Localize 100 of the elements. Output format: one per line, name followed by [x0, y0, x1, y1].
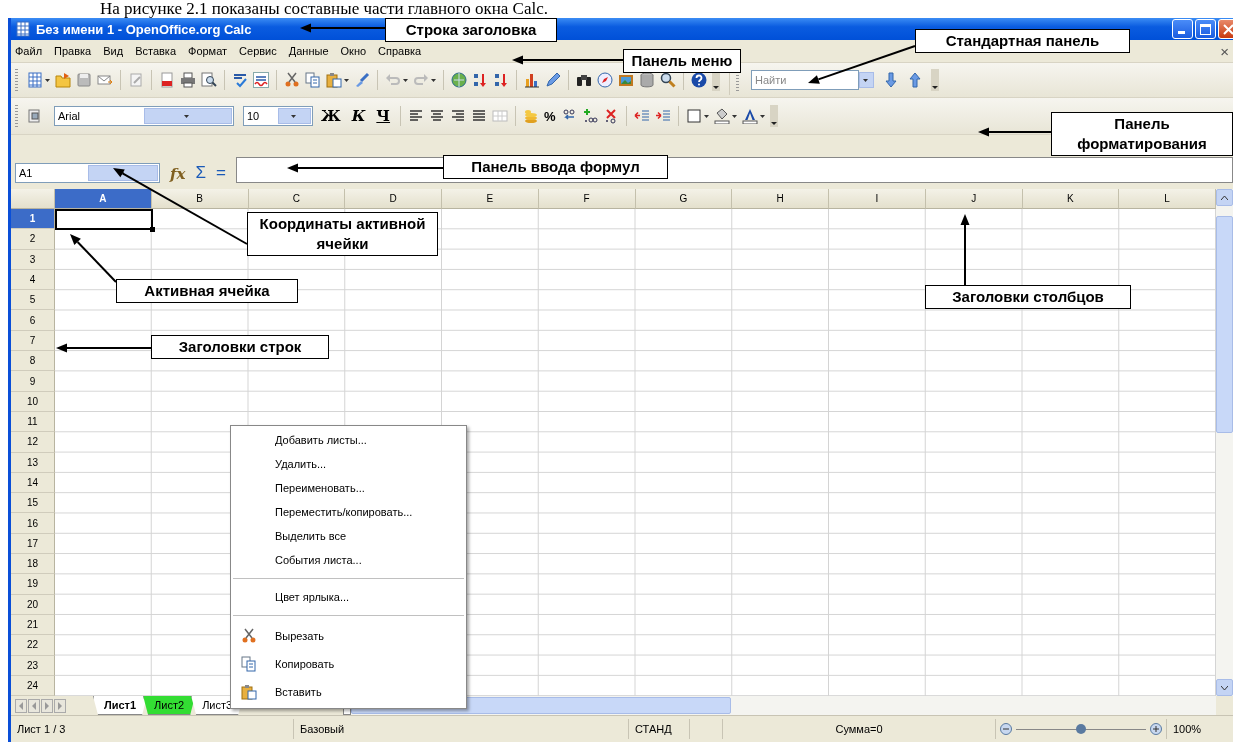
- context-menu-item[interactable]: Вырезать: [231, 622, 466, 650]
- column-header[interactable]: E: [442, 189, 539, 209]
- vertical-scrollbar[interactable]: [1216, 189, 1233, 696]
- menu-item[interactable]: Правка: [54, 45, 92, 57]
- row-header[interactable]: 9: [11, 371, 55, 392]
- folder-icon[interactable]: [55, 72, 71, 88]
- maximize-button[interactable]: [1195, 19, 1216, 39]
- name-box[interactable]: A1: [15, 163, 160, 183]
- caret-icon[interactable]: [759, 114, 765, 118]
- align-right-icon[interactable]: [450, 108, 467, 124]
- row-header[interactable]: 15: [11, 493, 55, 514]
- row-header[interactable]: 2: [11, 229, 55, 250]
- caret-icon[interactable]: [45, 78, 50, 82]
- dropdown-button[interactable]: [859, 72, 874, 88]
- menu-item[interactable]: Окно: [340, 45, 367, 57]
- context-menu-item[interactable]: Переименовать...: [231, 476, 466, 500]
- close-button[interactable]: [1218, 19, 1233, 39]
- picture-icon[interactable]: [618, 72, 634, 88]
- row-header[interactable]: 14: [11, 472, 55, 494]
- row-header[interactable]: 4: [11, 269, 55, 291]
- menu-item[interactable]: Файл: [15, 45, 43, 57]
- row-header[interactable]: 12: [11, 432, 55, 453]
- column-header[interactable]: G: [635, 189, 733, 209]
- percent-button[interactable]: %: [544, 108, 556, 124]
- menu-item[interactable]: Вид: [103, 45, 124, 57]
- compass-icon[interactable]: [597, 72, 613, 88]
- caret-icon[interactable]: [731, 114, 737, 118]
- context-menu-item[interactable]: Копировать: [231, 650, 466, 678]
- row-header[interactable]: 7: [11, 330, 55, 352]
- row-header[interactable]: 19: [11, 574, 55, 595]
- close-icon[interactable]: [1223, 23, 1233, 35]
- zoom-thumb[interactable]: [1076, 723, 1086, 734]
- zoom-out-icon[interactable]: [1000, 723, 1012, 735]
- column-header[interactable]: K: [1022, 189, 1120, 209]
- zoom-icon[interactable]: [660, 72, 676, 88]
- context-menu-item[interactable]: Цвет ярлыка...: [231, 585, 466, 609]
- row-header[interactable]: 1: [11, 209, 55, 230]
- align-left-icon[interactable]: [408, 108, 425, 124]
- active-cell[interactable]: [55, 209, 153, 231]
- spreadsheet-icon[interactable]: [15, 21, 31, 37]
- bar-chart-icon[interactable]: [524, 72, 540, 88]
- minimize-button[interactable]: [1172, 19, 1193, 39]
- sort-descending-icon[interactable]: [493, 72, 509, 88]
- row-header[interactable]: 13: [11, 452, 55, 473]
- increase-indent-icon[interactable]: [654, 108, 671, 124]
- clipboard-icon[interactable]: [241, 684, 257, 700]
- fill-bucket-icon[interactable]: [713, 108, 730, 124]
- scroll-up-button[interactable]: [1216, 189, 1233, 206]
- help-icon[interactable]: [691, 72, 707, 88]
- function-button[interactable]: =: [215, 163, 226, 183]
- copy-icon[interactable]: [305, 72, 321, 88]
- column-header[interactable]: F: [538, 189, 636, 209]
- brush-icon[interactable]: [354, 72, 370, 88]
- menu-item[interactable]: Сервис: [239, 45, 277, 57]
- arrow-up-icon[interactable]: [907, 72, 923, 88]
- overflow-icon[interactable]: [931, 69, 939, 91]
- scissors-icon[interactable]: [284, 72, 300, 88]
- row-header[interactable]: 6: [11, 310, 55, 331]
- overflow-icon[interactable]: [769, 105, 778, 127]
- spellcheck-icon[interactable]: [232, 72, 248, 88]
- binoculars-icon[interactable]: [576, 72, 592, 88]
- caret-icon[interactable]: [184, 114, 189, 118]
- decrease-indent-icon[interactable]: [633, 108, 650, 124]
- column-header[interactable]: I: [829, 189, 926, 209]
- database-icon[interactable]: [639, 72, 655, 88]
- pdf-icon[interactable]: [159, 72, 175, 88]
- row-header[interactable]: 5: [11, 290, 55, 311]
- horizontal-scrollbar[interactable]: [351, 696, 1216, 715]
- menu-item[interactable]: Справка: [378, 45, 422, 57]
- row-header[interactable]: 16: [11, 513, 55, 534]
- italic-button[interactable]: К: [348, 107, 369, 125]
- column-header[interactable]: A: [55, 189, 152, 209]
- context-menu-item[interactable]: Выделить все: [231, 524, 466, 548]
- justify-icon[interactable]: [471, 108, 488, 124]
- underline-button[interactable]: Ч: [373, 107, 394, 125]
- chevron-down-icon[interactable]: [1221, 685, 1228, 690]
- column-header[interactable]: C: [248, 189, 346, 209]
- caret-icon[interactable]: [344, 78, 349, 82]
- printer-icon[interactable]: [180, 72, 196, 88]
- zoom-in-icon[interactable]: [1150, 723, 1162, 735]
- page-magnifier-icon[interactable]: [201, 72, 217, 88]
- row-header[interactable]: 10: [11, 391, 55, 412]
- sum-button[interactable]: Σ: [195, 163, 206, 183]
- context-menu-item[interactable]: Переместить/копировать...: [231, 500, 466, 524]
- merge-cells-icon[interactable]: [492, 108, 509, 124]
- copy-icon[interactable]: [241, 656, 257, 672]
- column-header[interactable]: B: [151, 189, 249, 209]
- row-header[interactable]: 3: [11, 249, 55, 270]
- pencil-icon[interactable]: [545, 72, 561, 88]
- row-header[interactable]: 20: [11, 594, 55, 615]
- sort-ascending-icon[interactable]: [472, 72, 488, 88]
- context-menu-item[interactable]: Добавить листы...: [231, 428, 466, 452]
- function-wizard-button[interactable]: fx: [170, 165, 186, 183]
- bold-button[interactable]: Ж: [318, 107, 344, 125]
- column-header[interactable]: D: [345, 189, 442, 209]
- row-header[interactable]: 8: [11, 351, 55, 372]
- context-menu-item[interactable]: Удалить...: [231, 452, 466, 476]
- row-header[interactable]: 22: [11, 635, 55, 656]
- menu-item[interactable]: Формат: [188, 45, 228, 57]
- row-header[interactable]: 11: [11, 411, 55, 433]
